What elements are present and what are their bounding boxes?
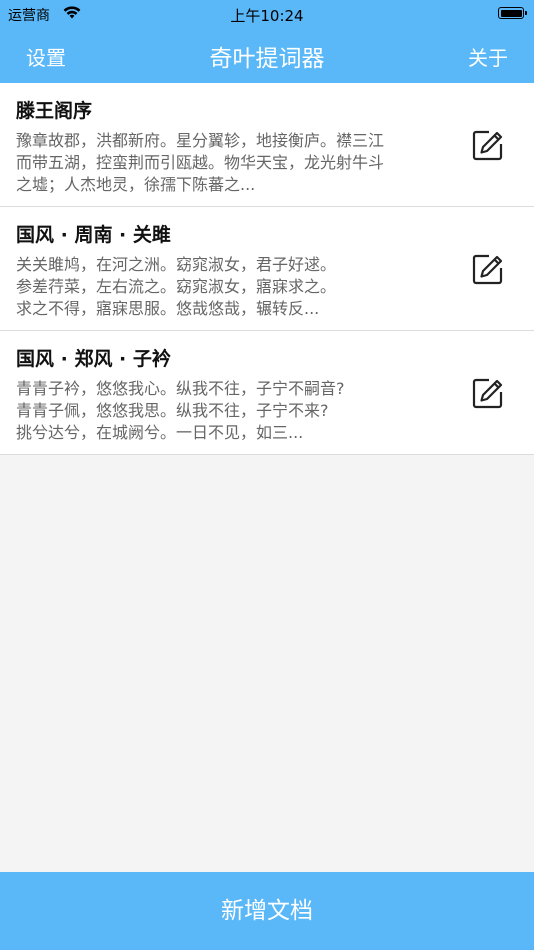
status-time: 上午10:24 xyxy=(230,7,304,25)
status-bar: 运营商 上午10:24 xyxy=(0,0,534,28)
document-preview: 青青子衿，悠悠我心。纵我不往，子宁不嗣音? 青青子佩，悠悠我思。纵我不往，子宁不… xyxy=(16,379,345,442)
document-preview: 关关雎鸠，在河之洲。窈窕淑女，君子好逑。 参差荇菜，左右流之。窈窕淑女，寤寐求之… xyxy=(16,255,337,318)
document-title: 国风 · 郑风 · 子衿 xyxy=(16,348,171,370)
document-title: 滕王阁序 xyxy=(16,100,93,122)
edit-icon[interactable] xyxy=(472,253,504,285)
battery-icon xyxy=(498,7,527,19)
page-title: 奇叶提词器 xyxy=(209,46,325,72)
edit-icon[interactable] xyxy=(472,129,504,161)
document-row[interactable]: 国风 · 郑风 · 子衿 青青子衿，悠悠我心。纵我不往，子宁不嗣音? 青青子佩，… xyxy=(0,331,534,455)
document-title: 国风 · 周南 · 关雎 xyxy=(16,224,171,246)
about-button[interactable]: 关于 xyxy=(468,42,508,71)
edit-icon[interactable] xyxy=(472,377,504,409)
document-list: 滕王阁序 豫章故郡，洪都新府。星分翼轸，地接衡庐。襟三江 而带五湖，控蛮荆而引瓯… xyxy=(0,83,534,455)
document-preview: 豫章故郡，洪都新府。星分翼轸，地接衡庐。襟三江 而带五湖，控蛮荆而引瓯越。物华天… xyxy=(16,131,385,194)
add-document-button[interactable]: 新增文档 xyxy=(0,872,534,950)
document-row[interactable]: 国风 · 周南 · 关雎 关关雎鸠，在河之洲。窈窕淑女，君子好逑。 参差荇菜，左… xyxy=(0,207,534,331)
navigation-bar: 设置 奇叶提词器 关于 xyxy=(0,28,534,83)
document-row[interactable]: 滕王阁序 豫章故郡，洪都新府。星分翼轸，地接衡庐。襟三江 而带五湖，控蛮荆而引瓯… xyxy=(0,83,534,207)
